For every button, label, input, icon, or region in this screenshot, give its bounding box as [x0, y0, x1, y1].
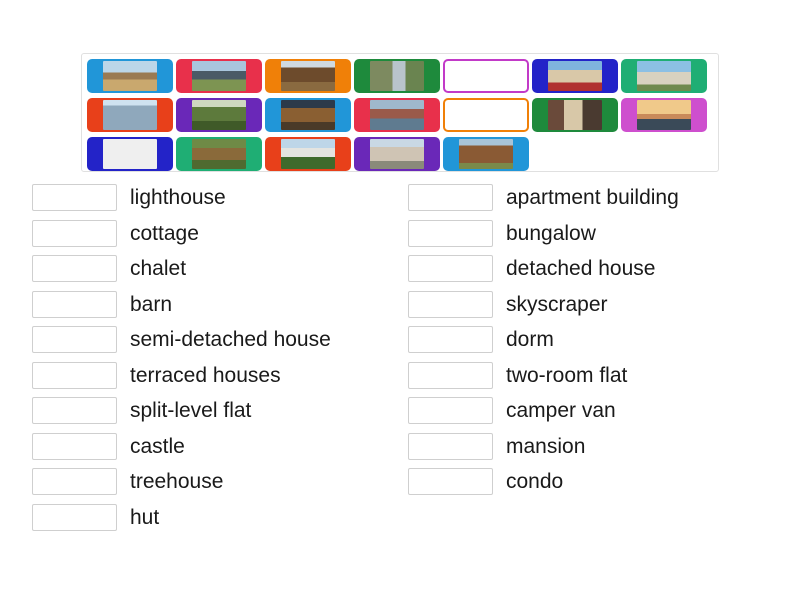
answer-row: detached house — [408, 251, 750, 287]
answer-row: mansion — [408, 429, 750, 465]
answer-label: skyscraper — [506, 292, 608, 316]
tile-thumbnail-image — [370, 61, 424, 91]
answer-row: camper van — [408, 393, 750, 429]
answer-label: dorm — [506, 328, 554, 352]
drop-slot[interactable] — [408, 219, 493, 247]
tile-thumbnail-image — [469, 61, 503, 91]
draggable-image-tile[interactable] — [443, 137, 529, 171]
answer-row: apartment building — [408, 180, 750, 216]
answer-column-right: apartment building bungalow detached house… — [0, 180, 750, 535]
tile-thumbnail-image — [459, 139, 513, 169]
tile-thumbnail-image — [548, 100, 602, 130]
tile-tray — [81, 53, 719, 172]
draggable-image-tile[interactable] — [87, 137, 173, 171]
answer-label: two-room flat — [506, 363, 628, 387]
tile-row — [87, 137, 713, 173]
drop-slot[interactable] — [408, 326, 493, 354]
answer-label: bungalow — [506, 221, 596, 245]
draggable-image-tile[interactable] — [354, 59, 440, 93]
answer-row: two-room flat — [408, 358, 750, 394]
tile-thumbnail-image — [281, 139, 335, 169]
answer-row: condo — [408, 464, 750, 500]
tile-thumbnail-image — [370, 100, 424, 130]
draggable-image-tile[interactable] — [87, 59, 173, 93]
drop-slot[interactable] — [408, 432, 493, 460]
tile-thumbnail-image — [103, 139, 157, 169]
drop-slot[interactable] — [408, 184, 493, 212]
tile-thumbnail-image — [103, 100, 157, 130]
tile-row — [87, 59, 713, 95]
answer-row: skyscraper — [408, 287, 750, 323]
draggable-image-tile[interactable] — [176, 137, 262, 171]
drop-slot[interactable] — [408, 468, 493, 496]
draggable-image-tile[interactable] — [532, 98, 618, 132]
tile-thumbnail-image — [281, 100, 335, 130]
answer-row: bungalow — [408, 216, 750, 252]
draggable-image-tile[interactable] — [176, 98, 262, 132]
draggable-image-tile[interactable] — [176, 59, 262, 93]
tile-thumbnail-image — [370, 139, 424, 169]
answer-label: condo — [506, 470, 564, 494]
draggable-image-tile[interactable] — [265, 98, 351, 132]
tile-thumbnail-image — [548, 61, 602, 91]
tile-thumbnail-image — [103, 61, 157, 91]
draggable-image-tile[interactable] — [443, 98, 529, 132]
drop-slot[interactable] — [408, 397, 493, 425]
answer-label: apartment building — [506, 186, 679, 210]
draggable-image-tile[interactable] — [354, 98, 440, 132]
tile-thumbnail-image — [281, 61, 335, 91]
tile-row — [87, 98, 713, 134]
draggable-image-tile[interactable] — [354, 137, 440, 171]
tile-thumbnail-image — [192, 100, 246, 130]
answer-label: mansion — [506, 434, 586, 458]
draggable-image-tile[interactable] — [443, 59, 529, 93]
answer-label: camper van — [506, 399, 616, 423]
tile-thumbnail-image — [192, 61, 246, 91]
draggable-image-tile[interactable] — [87, 98, 173, 132]
answer-label: detached house — [506, 257, 656, 281]
tile-thumbnail-image — [192, 139, 246, 169]
draggable-image-tile[interactable] — [621, 59, 707, 93]
match-up-activity: lighthouse cottage chalet barn semi-detached… — [0, 0, 800, 600]
draggable-image-tile[interactable] — [621, 98, 707, 132]
answer-row: dorm — [408, 322, 750, 358]
draggable-image-tile[interactable] — [532, 59, 618, 93]
tile-thumbnail-image — [469, 100, 503, 130]
drop-slot[interactable] — [408, 361, 493, 389]
draggable-image-tile[interactable] — [265, 137, 351, 171]
tile-thumbnail-image — [637, 61, 691, 91]
drop-slot[interactable] — [408, 290, 493, 318]
tile-thumbnail-image — [637, 100, 691, 130]
drop-slot[interactable] — [408, 255, 493, 283]
answer-columns: lighthouse cottage chalet barn semi-detached… — [0, 180, 800, 535]
draggable-image-tile[interactable] — [265, 59, 351, 93]
